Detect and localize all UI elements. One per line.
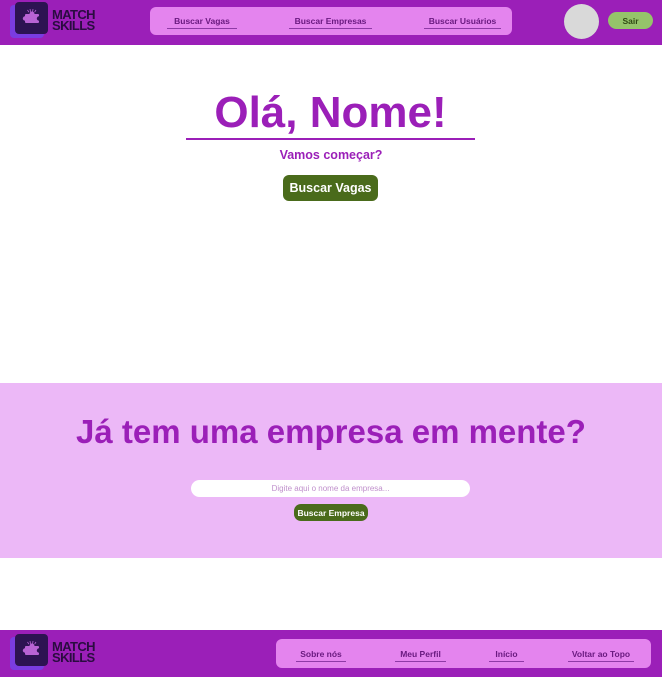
header-bar: MATCH SKILLS Buscar Vagas Buscar Empresa… <box>0 0 662 45</box>
title-underline <box>186 138 475 140</box>
page-subtitle: Vamos começar? <box>279 148 383 162</box>
puzzle-icon <box>10 634 48 670</box>
header-logo[interactable]: MATCH SKILLS <box>10 2 96 38</box>
footer-nav: Sobre nós Meu Perfil Início Voltar ao To… <box>276 639 651 668</box>
nav-buscar-vagas[interactable]: Buscar Vagas <box>167 16 237 29</box>
puzzle-icon <box>10 2 48 38</box>
page-title: Olá, Nome! <box>214 88 447 137</box>
page: MATCH SKILLS Buscar Vagas Buscar Empresa… <box>0 0 662 677</box>
footer-bar: MATCH SKILLS Sobre nós Meu Perfil Início… <box>0 630 662 677</box>
footer-link-voltar-topo[interactable]: Voltar ao Topo <box>568 649 634 662</box>
header-nav: Buscar Vagas Buscar Empresas Buscar Usuá… <box>150 7 512 35</box>
footer-link-meu-perfil[interactable]: Meu Perfil <box>395 649 446 662</box>
company-search-input[interactable] <box>191 480 470 497</box>
footer-link-sobre-nos[interactable]: Sobre nós <box>296 649 346 662</box>
nav-buscar-usuarios[interactable]: Buscar Usuários <box>424 16 501 29</box>
company-search-section: Já tem uma empresa em mente? Buscar Empr… <box>0 383 662 558</box>
logo-wordmark: MATCH SKILLS <box>52 7 96 33</box>
avatar[interactable] <box>564 4 599 39</box>
search-company-button[interactable]: Buscar Empresa <box>294 504 368 521</box>
logo-wordmark: MATCH SKILLS <box>52 639 96 665</box>
company-search-title: Já tem uma empresa em mente? <box>76 413 586 450</box>
nav-buscar-empresas[interactable]: Buscar Empresas <box>289 16 372 29</box>
footer-logo[interactable]: MATCH SKILLS <box>10 634 96 670</box>
logout-button[interactable]: Sair <box>608 12 653 29</box>
search-jobs-button[interactable]: Buscar Vagas <box>283 175 378 201</box>
footer-link-inicio[interactable]: Início <box>489 649 524 662</box>
